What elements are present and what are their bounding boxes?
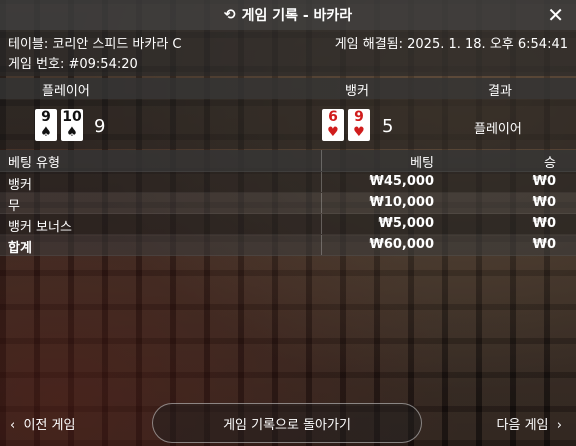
bets-header: 베팅 유형 베팅 승 bbox=[0, 150, 576, 172]
history-icon: ⟲ bbox=[223, 7, 236, 23]
banker-score: 5 bbox=[382, 116, 394, 137]
result-header: 결과 bbox=[488, 84, 512, 99]
game-number: 게임 번호: #09:54:20 bbox=[8, 57, 138, 72]
bet-amount: ₩5,000 bbox=[378, 216, 434, 231]
back-to-history-label: 게임 기록으로 돌아가기 bbox=[223, 417, 351, 433]
game-info: 테이블: 코리안 스피드 바카라 C 게임 번호: #09:54:20 게임 해… bbox=[0, 30, 576, 76]
table-row: 뱅커 보너스 ₩5,000 ₩0 bbox=[0, 214, 576, 235]
column-divider bbox=[321, 172, 322, 192]
footer-nav: ‹ 이전 게임 게임 기록으로 돌아가기 다음 게임 › bbox=[0, 400, 576, 446]
column-divider bbox=[321, 193, 322, 213]
bet-amount-header: 베팅 bbox=[410, 156, 434, 171]
win-amount: ₩0 bbox=[532, 195, 556, 210]
bet-type: 뱅커 보너스 bbox=[8, 220, 72, 235]
settled-time: 게임 해결됨: 2025. 1. 18. 오후 6:54:41 bbox=[334, 37, 568, 52]
total-label: 합계 bbox=[8, 241, 32, 256]
win-header: 승 bbox=[544, 156, 556, 171]
bet-amount: ₩10,000 bbox=[369, 195, 434, 210]
banker-header: 뱅커 bbox=[345, 84, 369, 99]
title-bar: ⟲ 게임 기록 - 바카라 ✕ bbox=[0, 0, 576, 30]
player-score: 9 bbox=[94, 116, 106, 137]
bets-table: 베팅 유형 베팅 승 뱅커 ₩45,000 ₩0 무 ₩10,000 ₩0 뱅커… bbox=[0, 150, 576, 256]
results-header: 플레이어 뱅커 결과 bbox=[0, 78, 576, 99]
bet-type: 무 bbox=[8, 199, 20, 214]
column-divider bbox=[321, 150, 322, 171]
banker-card-2: 9 ♥ bbox=[348, 109, 370, 141]
column-divider bbox=[321, 214, 322, 234]
bet-amount: ₩45,000 bbox=[369, 174, 434, 189]
table-row: 뱅커 ₩45,000 ₩0 bbox=[0, 172, 576, 193]
column-divider bbox=[321, 235, 322, 255]
table-row: 무 ₩10,000 ₩0 bbox=[0, 193, 576, 214]
player-header: 플레이어 bbox=[42, 84, 90, 99]
close-icon[interactable]: ✕ bbox=[547, 3, 564, 27]
total-bet: ₩60,000 bbox=[369, 237, 434, 252]
chevron-right-icon: › bbox=[556, 418, 562, 433]
back-to-history-button[interactable]: 게임 기록으로 돌아가기 bbox=[152, 403, 422, 443]
player-card-1: 9 ♠ bbox=[35, 109, 57, 141]
total-row: 합계 ₩60,000 ₩0 bbox=[0, 235, 576, 256]
total-win: ₩0 bbox=[532, 237, 556, 252]
next-game-button[interactable]: 다음 게임 › bbox=[497, 414, 562, 433]
win-amount: ₩0 bbox=[532, 174, 556, 189]
previous-game-label: 이전 게임 bbox=[23, 418, 76, 433]
bet-type-header: 베팅 유형 bbox=[8, 156, 60, 171]
chevron-left-icon: ‹ bbox=[10, 418, 16, 433]
table-name: 테이블: 코리안 스피드 바카라 C bbox=[8, 37, 182, 52]
page-title: 게임 기록 - 바카라 bbox=[241, 8, 353, 24]
next-game-label: 다음 게임 bbox=[496, 418, 549, 433]
previous-game-button[interactable]: ‹ 이전 게임 bbox=[10, 414, 75, 433]
banker-card-1: 6 ♥ bbox=[322, 109, 344, 141]
player-card-2: 10 ♠ bbox=[61, 109, 83, 141]
win-amount: ₩0 bbox=[532, 216, 556, 231]
game-outcome: 플레이어 bbox=[474, 122, 522, 137]
bet-type: 뱅커 bbox=[8, 178, 32, 193]
